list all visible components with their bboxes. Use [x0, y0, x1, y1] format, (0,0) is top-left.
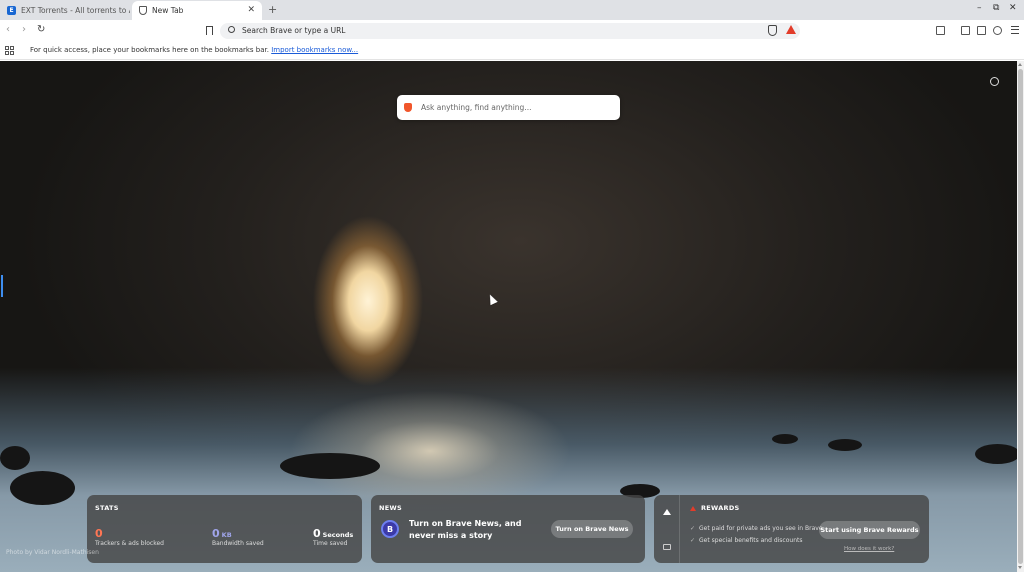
rock: [0, 446, 30, 470]
turn-on-news-button[interactable]: Turn on Brave News: [551, 520, 633, 538]
reload-button[interactable]: ↻: [37, 24, 45, 35]
settings-gear-icon[interactable]: [990, 77, 999, 86]
rock: [10, 471, 75, 505]
tab-title: EXT Torrents - All torrents to All: [21, 6, 130, 15]
ntp-search-box[interactable]: Ask anything, find anything...: [397, 95, 620, 120]
news-widget: NEWS B Turn on Brave News, and never mis…: [371, 495, 645, 563]
rewards-title-text: REWARDS: [701, 504, 740, 512]
news-promo-text: Turn on Brave News, and never miss a sto…: [409, 519, 522, 540]
tab-strip: E EXT Torrents - All torrents to All New…: [0, 0, 1024, 20]
ext-favicon-icon: E: [7, 6, 16, 15]
restore-button[interactable]: ⧉: [993, 3, 999, 13]
card-icon[interactable]: [663, 544, 671, 550]
new-tab-button[interactable]: +: [268, 3, 277, 16]
rock: [280, 453, 380, 479]
back-button[interactable]: ‹: [6, 24, 10, 35]
brave-news-logo-icon: B: [381, 520, 399, 538]
rock: [828, 439, 862, 451]
time-saved-value: 0 Seconds: [313, 527, 353, 540]
how-does-it-work-link[interactable]: How does it work?: [844, 546, 894, 552]
photo-credit[interactable]: Photo by Vidar Nordli-Mathisen: [6, 549, 99, 556]
brave-logo-icon: [404, 103, 412, 112]
bookmarks-hint: For quick access, place your bookmarks h…: [30, 46, 269, 54]
translate-icon[interactable]: [936, 26, 945, 35]
import-bookmarks-link[interactable]: Import bookmarks now...: [271, 46, 358, 54]
bat-triangle-icon[interactable]: [663, 509, 671, 515]
menu-icon[interactable]: [1011, 26, 1019, 34]
minimize-button[interactable]: –: [977, 3, 982, 13]
tab-ext-torrents[interactable]: E EXT Torrents - All torrents to All: [0, 1, 130, 20]
bandwidth-saved-label: Bandwidth saved: [212, 540, 264, 547]
mouse-cursor-icon: [486, 292, 498, 306]
rewards-benefit-item: ✓ Get paid for private ads you see in Bra…: [690, 525, 823, 532]
address-placeholder: Search Brave or type a URL: [242, 26, 346, 35]
bandwidth-saved-value: 0 KB: [212, 527, 232, 540]
sidebar-icon[interactable]: [961, 26, 970, 35]
start-rewards-button[interactable]: Start using Brave Rewards: [819, 521, 920, 539]
rewards-sidebar: [654, 495, 680, 563]
forward-button[interactable]: ›: [22, 24, 26, 35]
bat-icon: [690, 505, 696, 511]
rewards-benefit-text: Get paid for private ads you see in Brav…: [699, 525, 823, 532]
rewards-widget: REWARDS ✓ Get paid for private ads you se…: [654, 495, 929, 563]
address-bar[interactable]: Search Brave or type a URL: [220, 23, 800, 39]
page-scrollbar[interactable]: [1017, 61, 1024, 572]
apps-grid-icon[interactable]: [5, 46, 14, 55]
time-unit: Seconds: [322, 531, 354, 539]
check-icon: ✓: [690, 537, 696, 544]
wallet-icon[interactable]: [977, 26, 986, 35]
rock: [975, 444, 1017, 464]
time-number: 0: [313, 527, 321, 540]
tab-new-tab[interactable]: New Tab ✕: [132, 1, 262, 20]
new-tab-page-background: Ask anything, find anything... STATS 0 T…: [0, 61, 1017, 572]
brave-shields-icon[interactable]: [768, 25, 777, 36]
rewards-benefit-text: Get special benefits and discounts: [699, 537, 803, 544]
brave-shield-favicon-icon: [139, 6, 147, 15]
focus-indicator: [1, 275, 3, 297]
search-icon: [228, 26, 235, 33]
check-icon: ✓: [690, 525, 696, 532]
news-title: NEWS: [379, 504, 402, 512]
scroll-down-icon[interactable]: [1018, 566, 1022, 569]
bookmark-icon[interactable]: [206, 26, 213, 35]
rock: [772, 434, 798, 444]
scroll-thumb[interactable]: [1018, 69, 1023, 564]
rewards-benefit-item: ✓ Get special benefits and discounts: [690, 537, 802, 544]
ntp-search-placeholder: Ask anything, find anything...: [421, 103, 532, 112]
bandwidth-unit: KB: [221, 531, 232, 539]
close-tab-icon[interactable]: ✕: [247, 5, 255, 15]
trackers-blocked-label: Trackers & ads blocked: [95, 540, 164, 547]
tab-title: New Tab: [152, 6, 184, 15]
trackers-blocked-value: 0: [95, 527, 103, 540]
bookmarks-bar-message: For quick access, place your bookmarks h…: [30, 46, 358, 54]
bandwidth-number: 0: [212, 527, 220, 540]
leo-ai-icon[interactable]: [993, 26, 1002, 35]
stats-title: STATS: [95, 504, 119, 512]
stats-widget: STATS 0 Trackers & ads blocked 0 KB Bandw…: [87, 495, 362, 563]
brave-rewards-icon[interactable]: [786, 25, 796, 34]
time-saved-label: Time saved: [313, 540, 348, 547]
rewards-title: REWARDS: [690, 504, 740, 512]
bookmarks-bar: For quick access, place your bookmarks h…: [0, 42, 1024, 60]
toolbar: ‹ › ↻ Search Brave or type a URL: [0, 20, 1024, 42]
scroll-up-icon[interactable]: [1018, 63, 1022, 66]
close-window-button[interactable]: ✕: [1009, 3, 1017, 13]
